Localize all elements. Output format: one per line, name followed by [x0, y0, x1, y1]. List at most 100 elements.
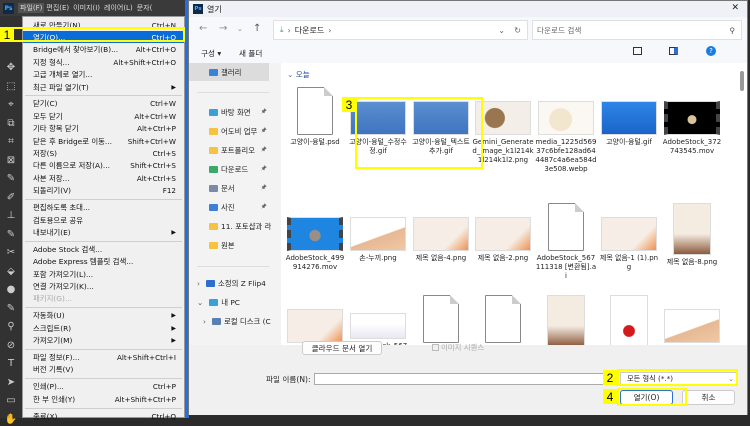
menu-layer[interactable]: 레이어(L)	[102, 3, 135, 13]
cancel-button[interactable]: 취소	[682, 390, 735, 405]
nav-item[interactable]: 11. 포토샵과 라이	[189, 219, 271, 233]
organize-button[interactable]: 구성 ▾	[201, 48, 221, 59]
nav-item[interactable]: › 로컬 디스크 (C	[189, 314, 271, 328]
menu-item[interactable]: 가져오기(M) ▶	[23, 335, 184, 347]
menu-item[interactable]: 최근 파일 열기(T) ▶	[23, 81, 184, 93]
forward-arrow-icon[interactable]: →	[219, 23, 227, 34]
nav-item[interactable]: 원본	[189, 238, 271, 252]
menu-item[interactable]: 스크립트(R) ▶	[23, 322, 184, 334]
group-header-today[interactable]: ⌄ 오늘	[287, 69, 310, 80]
tool-icon[interactable]: ➤	[4, 377, 18, 389]
filename-input[interactable]	[314, 373, 604, 385]
nav-item[interactable]: ⌄ 내 PC	[189, 295, 271, 309]
search-input[interactable]: 다운로드 검색 ⚲	[532, 20, 742, 40]
tool-icon[interactable]: ✐	[4, 192, 18, 204]
recent-chevron-icon[interactable]: ⌄	[237, 25, 243, 33]
open-cloud-docs-button[interactable]: 클라우드 문서 열기	[302, 341, 382, 355]
tool-icon[interactable]: ⊥	[4, 210, 18, 222]
menu-item[interactable]: 사본 저장... Alt+Ctrl+S	[23, 172, 184, 184]
file-item[interactable]: 제목 없음-2.png	[472, 203, 534, 263]
file-item[interactable]: 손-누끼.png	[347, 203, 409, 263]
tool-icon[interactable]: ✋	[4, 414, 18, 426]
menu-item[interactable]: Adobe Express 템플릿 검색...	[23, 256, 184, 268]
menu-item[interactable]: Adobe Stock 검색...	[23, 243, 184, 255]
back-arrow-icon[interactable]: ←	[199, 23, 207, 34]
nav-item[interactable]: 바탕 화면 📌	[189, 105, 271, 119]
refresh-icon[interactable]: ↻	[514, 26, 521, 35]
view-icon[interactable]	[633, 47, 642, 55]
nav-item[interactable]: 사진 📌	[189, 200, 271, 214]
menu-item[interactable]: 파일 정보(F)... Alt+Shift+Ctrl+I	[23, 352, 184, 364]
help-icon[interactable]: ?	[706, 46, 716, 56]
menu-item[interactable]: 연결 가져오기(K)...	[23, 281, 184, 293]
tool-icon[interactable]: ✎	[4, 303, 18, 315]
menu-item[interactable]: 검토용으로 공유	[23, 214, 184, 226]
close-button[interactable]: ✕	[731, 3, 739, 13]
menu-item[interactable]: 닫기(C) Ctrl+W	[23, 98, 184, 110]
menu-item[interactable]: 모두 닫기 Alt+Ctrl+W	[23, 110, 184, 122]
menu-item[interactable]: 되돌리기(V) F12	[23, 185, 184, 197]
image-sequence-checkbox[interactable]: 이미지 시퀀스	[432, 342, 484, 353]
menu-item[interactable]: 기타 항목 닫기 Alt+Ctrl+P	[23, 123, 184, 135]
file-item[interactable]: 제목 없음-1 (1).png	[598, 203, 660, 272]
tool-icon[interactable]: ✎	[4, 229, 18, 241]
menu-item[interactable]: 닫은 후 Bridge로 이동... Shift+Ctrl+W	[23, 135, 184, 147]
expand-chevron-icon[interactable]: ⌄	[197, 298, 203, 307]
tool-icon[interactable]: ⬚	[4, 81, 18, 93]
file-item[interactable]: AdobeStock_372743545.mov	[661, 87, 723, 156]
file-item[interactable]: 제목 없음-4.png	[410, 203, 472, 263]
menu-item[interactable]: 한 부 인쇄(Y) Alt+Shift+Ctrl+P	[23, 393, 184, 405]
preview-pane-icon[interactable]	[669, 47, 678, 55]
tool-icon[interactable]: ⊠	[4, 155, 18, 167]
tool-icon[interactable]: ✥	[4, 62, 18, 74]
tool-icon[interactable]: T	[4, 358, 18, 370]
scrollbar[interactable]	[740, 71, 744, 91]
expand-chevron-icon[interactable]: ›	[203, 317, 206, 326]
menu-item[interactable]: 자동화(U) ▶	[23, 310, 184, 322]
file-item[interactable]: 제목 없음-8.png	[661, 203, 723, 267]
path-input[interactable]: ⤓ › 다운로드 › ⌄ ↻	[273, 20, 528, 40]
nav-item[interactable]: 문서 📌	[189, 181, 271, 195]
menu-item[interactable]: 내보내기(E) ▶	[23, 226, 184, 238]
menu-item[interactable]: 편집하도록 초대...	[23, 202, 184, 214]
nav-item[interactable]: 갤러리	[189, 63, 269, 81]
file-item[interactable]: 고양이-융털.psd	[284, 87, 346, 147]
tool-icon[interactable]: ✂	[4, 247, 18, 259]
tool-icon[interactable]: ●	[4, 284, 18, 296]
tool-icon[interactable]: ✎	[4, 173, 18, 185]
up-arrow-icon[interactable]: ↑	[253, 23, 261, 34]
menu-item[interactable]: 포함 가져오기(L)...	[23, 268, 184, 280]
tool-icon[interactable]: ⊘	[4, 340, 18, 352]
tool-icon[interactable]: ⌗	[4, 136, 18, 148]
tool-icon[interactable]: ⚲	[4, 321, 18, 333]
nav-item[interactable]: › 소정의 Z Flip4	[189, 276, 271, 290]
file-item[interactable]: media_1225d56937c6bfe128ad644487c4a6ea58…	[535, 87, 597, 174]
menu-item[interactable]: 다른 이름으로 저장(A)... Shift+Ctrl+S	[23, 160, 184, 172]
menu-item[interactable]: 버전 기록(V)	[23, 364, 184, 376]
checkbox-box[interactable]	[432, 344, 439, 351]
menu-image[interactable]: 이미지(I)	[71, 3, 102, 13]
nav-item[interactable]: 어도비 업무 📌	[189, 124, 271, 138]
tool-icon[interactable]: ▭	[4, 395, 18, 407]
menu-file[interactable]: 파일(F)	[18, 3, 45, 13]
nav-item[interactable]: 포트폴리오 📌	[189, 143, 271, 157]
breadcrumb-downloads[interactable]: 다운로드	[295, 25, 324, 36]
file-item[interactable]: AdobeStock_499914276.mov	[284, 203, 346, 272]
file-item[interactable]: 고양이-융털.gif	[598, 87, 660, 147]
menu-item[interactable]: 고급 개체로 열기...	[23, 69, 184, 81]
menu-item[interactable]: Bridge에서 찾아보기(B)... Alt+Ctrl+O	[23, 44, 184, 56]
menu-item[interactable]: 종료(X) Ctrl+Q	[23, 410, 184, 422]
new-folder-button[interactable]: 새 폴더	[239, 48, 262, 59]
nav-item[interactable]: 다운로드 📌	[189, 162, 271, 176]
menu-item[interactable]: 인쇄(P)... Ctrl+P	[23, 381, 184, 393]
tool-icon[interactable]: ⬙	[4, 266, 18, 278]
menu-item[interactable]: 지정 형식... Alt+Shift+Ctrl+O	[23, 56, 184, 68]
expand-chevron-icon[interactable]: ›	[197, 279, 200, 288]
file-item[interactable]: AdobeStock_567111318 [변환됨].ai	[535, 203, 597, 281]
tool-icon[interactable]: ⧉	[4, 118, 18, 130]
chevron-down-icon[interactable]: ⌄	[498, 26, 505, 35]
menu-item[interactable]: 저장(S) Ctrl+S	[23, 148, 184, 160]
menu-type[interactable]: 문자(	[135, 3, 155, 13]
menu-edit[interactable]: 편집(E)	[44, 3, 71, 13]
tool-icon[interactable]: ⌖	[4, 99, 18, 111]
